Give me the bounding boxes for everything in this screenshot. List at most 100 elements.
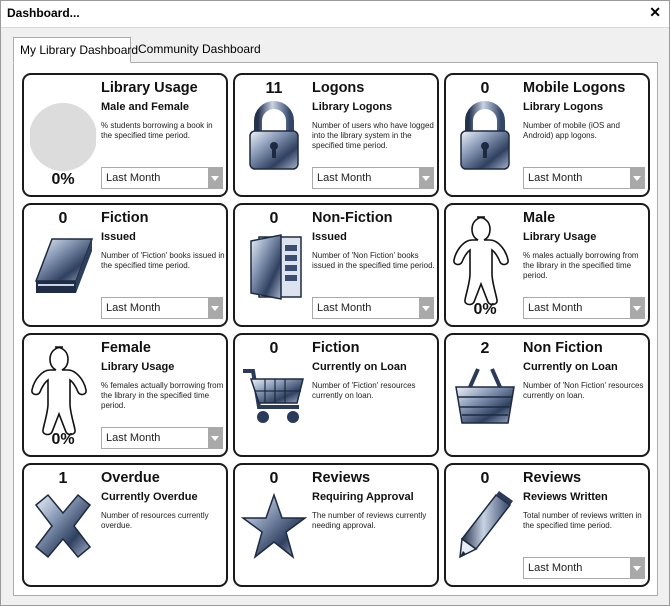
card-fiction-issued: 0 Fiction Issued Number of 'Fiction' boo… bbox=[22, 203, 228, 327]
card-description: Number of 'Fiction' resources currently … bbox=[312, 381, 416, 400]
card-subtitle: Library Logons bbox=[523, 101, 604, 113]
card-subtitle: Library Usage bbox=[101, 361, 175, 373]
card-logons: 11 Logons Library Logons Number of users… bbox=[233, 73, 439, 197]
card-title: Fiction bbox=[101, 210, 149, 226]
period-dropdown[interactable]: Last Month bbox=[312, 297, 434, 319]
card-subtitle: Issued bbox=[101, 231, 136, 243]
period-dropdown[interactable]: Last Month bbox=[101, 297, 223, 319]
period-dropdown[interactable]: Last Month bbox=[101, 427, 223, 449]
card-description: Number of 'Fiction' books issued in the … bbox=[101, 251, 225, 270]
card-non-fiction-on-loan: 2 Non Fiction Currently on Loan Number o… bbox=[444, 333, 650, 457]
card-subtitle: Currently on Loan bbox=[312, 361, 407, 373]
card-count: 0 bbox=[269, 210, 279, 227]
card-title: Mobile Logons bbox=[523, 80, 626, 96]
shopping-cart-icon bbox=[243, 369, 304, 423]
dropdown-value: Last Month bbox=[317, 302, 372, 314]
card-count: 2 bbox=[480, 340, 490, 357]
card-count: 0 bbox=[480, 80, 490, 97]
card-non-fiction-issued: 0 Non-Fiction Issued Number of 'Non Fict… bbox=[233, 203, 439, 327]
book-icon bbox=[34, 238, 94, 293]
card-count: 0 bbox=[58, 210, 68, 227]
card-male: 0% Male Library Usage % males actually b… bbox=[444, 203, 650, 327]
card-description: Number of 'Non Fiction' books issued in … bbox=[312, 251, 435, 270]
dashboard-panel: 0% Library Usage Male and Female % stude… bbox=[13, 62, 658, 596]
card-description: Total number of reviews written in the s… bbox=[523, 511, 642, 530]
dropdown-value: Last Month bbox=[317, 172, 372, 184]
card-description: % males actually borrowing from the libr… bbox=[523, 251, 639, 280]
padlock-icon bbox=[249, 101, 299, 170]
close-icon[interactable]: ✕ bbox=[649, 4, 661, 21]
card-reviews-written: 0 Reviews Reviews Written Total number o… bbox=[444, 463, 650, 587]
card-title: Female bbox=[101, 340, 151, 356]
card-percent: 0% bbox=[473, 301, 497, 318]
card-subtitle: Library Usage bbox=[523, 231, 597, 243]
tab-community-dashboard[interactable]: Community Dashboard bbox=[132, 37, 261, 61]
chevron-down-icon[interactable] bbox=[630, 558, 644, 578]
dropdown-value: Last Month bbox=[528, 562, 583, 574]
period-dropdown[interactable]: Last Month bbox=[523, 167, 645, 189]
window-title: Dashboard... bbox=[7, 6, 80, 20]
chevron-down-icon[interactable] bbox=[208, 298, 222, 318]
card-description: % students borrowing a book in the speci… bbox=[101, 121, 213, 140]
title-bar: Dashboard... ✕ bbox=[1, 1, 669, 28]
card-percent: 0% bbox=[51, 171, 75, 188]
padlock-icon bbox=[460, 101, 510, 170]
dashboard-window: Dashboard... ✕ My Library Dashboard Comm… bbox=[0, 0, 670, 606]
period-dropdown[interactable]: Last Month bbox=[312, 167, 434, 189]
card-title: Reviews bbox=[312, 470, 371, 486]
card-percent: 0% bbox=[51, 431, 75, 448]
card-subtitle: Male and Female bbox=[101, 101, 190, 113]
dropdown-value: Last Month bbox=[106, 172, 161, 184]
card-title: Logons bbox=[312, 80, 365, 96]
card-title: Non-Fiction bbox=[312, 210, 393, 226]
chevron-down-icon[interactable] bbox=[630, 298, 644, 318]
card-description: The number of reviews currently needing … bbox=[312, 511, 427, 530]
card-overdue: 1 Overdue Currently Overdue Number of re… bbox=[22, 463, 228, 587]
card-count: 1 bbox=[58, 470, 68, 487]
chevron-down-icon[interactable] bbox=[630, 168, 644, 188]
card-description: Number of users who have logged into the… bbox=[312, 121, 434, 150]
card-fiction-on-loan: 0 Fiction Currently on Loan Number of 'F… bbox=[233, 333, 439, 457]
person-outline-icon bbox=[31, 346, 87, 436]
card-title: Overdue bbox=[101, 470, 160, 486]
card-description: % females actually borrowing from the li… bbox=[101, 381, 224, 410]
card-subtitle: Currently Overdue bbox=[101, 491, 198, 503]
card-title: Non Fiction bbox=[523, 340, 603, 356]
pencil-icon bbox=[459, 491, 513, 559]
card-count: 0 bbox=[269, 470, 279, 487]
period-dropdown[interactable]: Last Month bbox=[523, 557, 645, 579]
card-female: 0% Female Library Usage % females actual… bbox=[22, 333, 228, 457]
dropdown-value: Last Month bbox=[106, 432, 161, 444]
pie-chart-icon bbox=[30, 103, 96, 171]
card-description: Number of 'Non Fiction' resources curren… bbox=[523, 381, 644, 400]
star-icon bbox=[241, 492, 307, 560]
card-mobile-logons: 0 Mobile Logons Library Logons Number of… bbox=[444, 73, 650, 197]
card-subtitle: Requiring Approval bbox=[312, 491, 414, 503]
person-outline-icon bbox=[453, 216, 509, 306]
tab-my-library-dashboard[interactable]: My Library Dashboard bbox=[13, 37, 138, 63]
card-title: Male bbox=[523, 210, 556, 226]
card-description: Number of mobile (iOS and Android) app l… bbox=[523, 121, 620, 140]
card-count: 0 bbox=[269, 340, 279, 357]
card-reviews-approval: 0 Reviews Requiring Approval The number … bbox=[233, 463, 439, 587]
dropdown-value: Last Month bbox=[106, 302, 161, 314]
card-count: 11 bbox=[265, 80, 283, 97]
chevron-down-icon[interactable] bbox=[208, 428, 222, 448]
period-dropdown[interactable]: Last Month bbox=[101, 167, 223, 189]
period-dropdown[interactable]: Last Month bbox=[523, 297, 645, 319]
card-title: Fiction bbox=[312, 340, 360, 356]
card-subtitle: Currently on Loan bbox=[523, 361, 618, 373]
card-library-usage: 0% Library Usage Male and Female % stude… bbox=[22, 73, 228, 197]
chevron-down-icon[interactable] bbox=[419, 168, 433, 188]
dropdown-value: Last Month bbox=[528, 172, 583, 184]
card-description: Number of resources currently overdue. bbox=[101, 511, 209, 530]
card-subtitle: Issued bbox=[312, 231, 347, 243]
basket-icon bbox=[455, 368, 515, 424]
card-count: 0 bbox=[480, 470, 490, 487]
card-title: Library Usage bbox=[101, 80, 198, 96]
card-title: Reviews bbox=[523, 470, 582, 486]
chevron-down-icon[interactable] bbox=[208, 168, 222, 188]
chevron-down-icon[interactable] bbox=[419, 298, 433, 318]
card-subtitle: Library Logons bbox=[312, 101, 393, 113]
x-cross-icon bbox=[34, 493, 92, 559]
